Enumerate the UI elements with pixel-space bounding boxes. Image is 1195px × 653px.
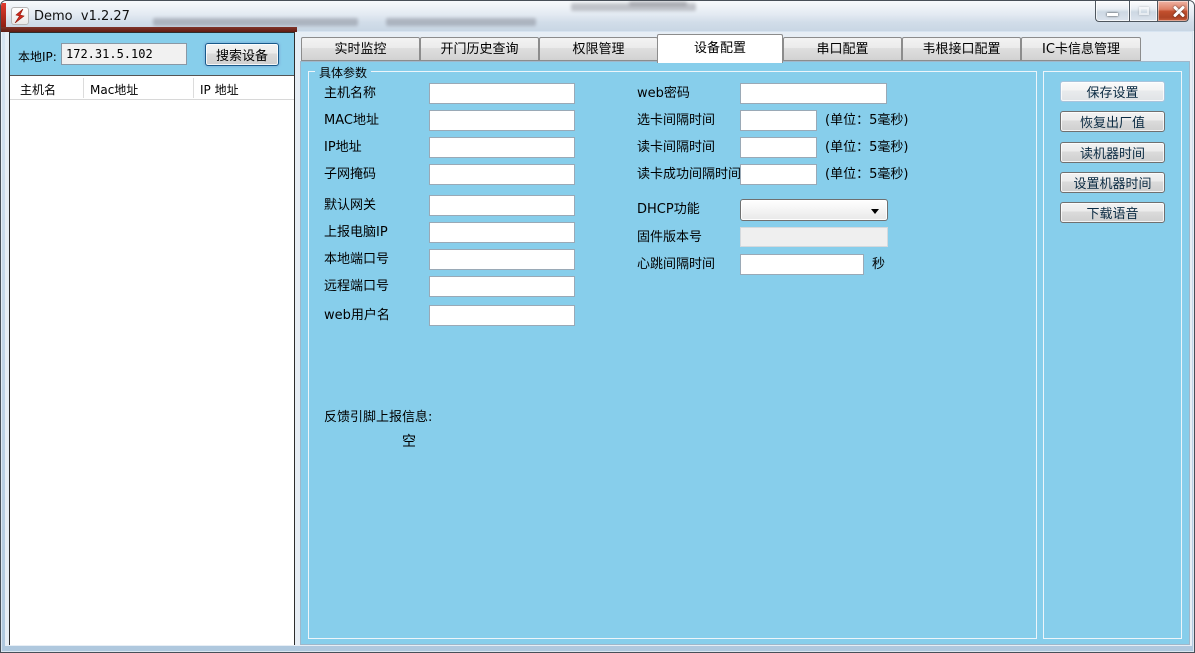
remote-port-input[interactable] xyxy=(429,276,575,297)
minimize-button[interactable] xyxy=(1095,1,1129,22)
tab-ic-card-info[interactable]: IC卡信息管理 xyxy=(1021,37,1141,61)
app-window: Demo v1.2.27 本地IP: 搜索设备 主机名 Mac地址 xyxy=(0,0,1195,653)
minimize-icon xyxy=(1107,13,1118,16)
device-list[interactable]: 主机名 Mac地址 IP 地址 xyxy=(10,75,294,644)
tab-serial-config[interactable]: 串口配置 xyxy=(783,37,902,61)
dhcp-label: DHCP功能 xyxy=(637,199,700,220)
card-read-success-interval-input[interactable] xyxy=(740,164,817,185)
save-settings-button[interactable]: 保存设置 xyxy=(1060,81,1165,102)
factory-reset-button[interactable]: 恢复出厂值 xyxy=(1060,111,1165,132)
download-voice-button[interactable]: 下载语音 xyxy=(1060,202,1165,223)
set-machine-time-button[interactable]: 设置机器时间 xyxy=(1060,172,1165,193)
ghost-text xyxy=(629,1,687,6)
read-machine-time-button[interactable]: 读机器时间 xyxy=(1060,142,1165,163)
close-button[interactable] xyxy=(1157,1,1189,22)
maximize-icon xyxy=(1139,7,1149,15)
heartbeat-interval-label: 心跳间隔时间 xyxy=(637,254,715,275)
tab-device-config[interactable]: 设备配置 xyxy=(657,34,783,63)
client-area: 本地IP: 搜索设备 主机名 Mac地址 IP 地址 实时监控 开门历史查询 权… xyxy=(5,32,1192,646)
card-read-interval-label: 读卡间隔时间 xyxy=(637,137,715,158)
column-divider xyxy=(83,78,84,98)
column-hostname[interactable]: 主机名 xyxy=(20,81,56,98)
web-password-input[interactable] xyxy=(740,83,887,104)
card-select-interval-label: 选卡间隔时间 xyxy=(637,110,715,131)
card-read-interval-unit: (单位：5毫秒) xyxy=(825,137,908,158)
column-ip[interactable]: IP 地址 xyxy=(200,81,239,98)
card-read-success-interval-label: 读卡成功间隔时间 xyxy=(637,164,741,185)
groupbox-title: 具体参数 xyxy=(315,64,371,81)
web-password-label: web密码 xyxy=(637,83,690,104)
firmware-version-field xyxy=(740,227,888,247)
tab-wiegand-config[interactable]: 韦根接口配置 xyxy=(902,37,1021,61)
ghost-text xyxy=(386,18,536,26)
device-search-panel: 本地IP: 搜索设备 主机名 Mac地址 IP 地址 xyxy=(9,32,295,645)
card-select-interval-unit: (单位：5毫秒) xyxy=(825,110,908,131)
card-read-success-interval-unit: (单位：5毫秒) xyxy=(825,164,908,185)
tab-realtime-monitor[interactable]: 实时监控 xyxy=(301,37,420,61)
device-list-header: 主机名 Mac地址 IP 地址 xyxy=(10,76,294,100)
feedback-pin-value: 空 xyxy=(402,431,416,451)
lightning-icon xyxy=(11,7,29,25)
red-accent-sliver xyxy=(1,3,6,27)
card-read-interval-input[interactable] xyxy=(740,137,817,158)
ghost-text xyxy=(153,18,358,26)
column-mac[interactable]: Mac地址 xyxy=(90,81,138,98)
tab-permission-management[interactable]: 权限管理 xyxy=(539,37,658,61)
firmware-version-label: 固件版本号 xyxy=(637,227,702,248)
window-title: Demo v1.2.27 xyxy=(34,9,130,24)
web-username-label: web用户名 xyxy=(324,305,390,326)
dhcp-select[interactable] xyxy=(740,199,888,221)
search-device-button[interactable]: 搜索设备 xyxy=(205,43,279,66)
web-username-input[interactable] xyxy=(429,305,575,326)
maximize-button xyxy=(1129,1,1157,22)
local-ip-input[interactable] xyxy=(61,43,187,65)
column-divider xyxy=(193,78,194,98)
device-config-pane: 具体参数 主机名称 MAC地址 IP地址 子网掩码 xyxy=(300,61,1190,645)
heartbeat-unit: 秒 xyxy=(872,254,885,275)
card-select-interval-input[interactable] xyxy=(740,110,817,131)
device-list-body[interactable] xyxy=(10,101,294,645)
close-icon xyxy=(1173,5,1185,17)
heartbeat-interval-input[interactable] xyxy=(740,254,864,275)
tab-open-door-history[interactable]: 开门历史查询 xyxy=(420,37,539,61)
feedback-pin-label: 反馈引脚上报信息: xyxy=(324,406,432,425)
remote-port-label: 远程端口号 xyxy=(324,276,389,297)
chevron-down-icon xyxy=(871,209,879,214)
local-ip-label: 本地IP: xyxy=(18,48,57,65)
tab-control: 实时监控 开门历史查询 权限管理 串口配置 韦根接口配置 IC卡信息管理 设备配… xyxy=(300,34,1190,645)
